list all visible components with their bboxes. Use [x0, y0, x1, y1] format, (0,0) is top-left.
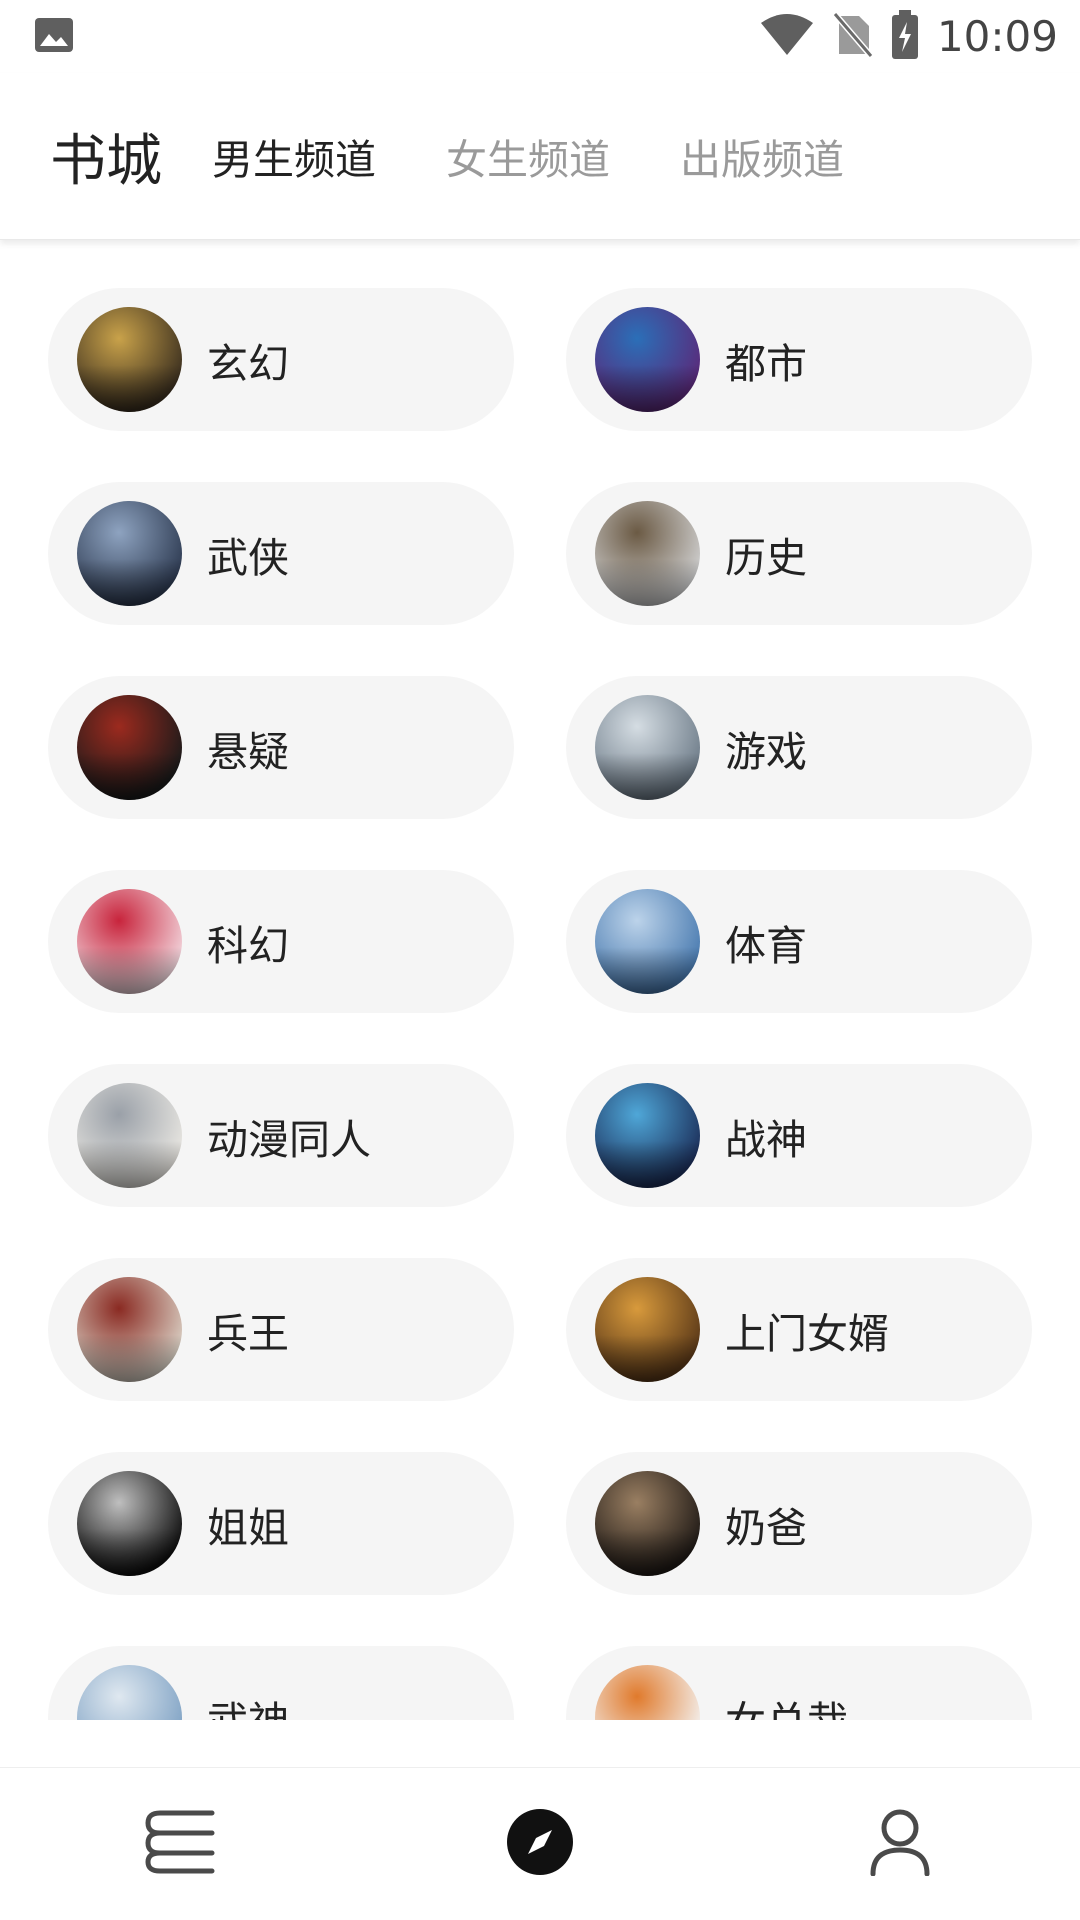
category-item[interactable]: 悬疑: [48, 676, 514, 819]
category-label: 战神: [725, 1115, 807, 1164]
category-item[interactable]: 游戏: [566, 676, 1032, 819]
category-item[interactable]: 武侠: [48, 482, 514, 625]
category-item[interactable]: 战神: [566, 1064, 1032, 1207]
screen: 10:09 书城 男生频道 女生频道 出版频道 玄幻 都市 武侠 历史 悬疑 游…: [0, 0, 1080, 1920]
book-cover-thumbnail: [77, 889, 182, 994]
category-item[interactable]: 科幻: [48, 870, 514, 1013]
book-cover-thumbnail: [595, 1277, 700, 1382]
book-cover-thumbnail: [595, 1665, 700, 1720]
wifi-icon: [759, 13, 815, 61]
clock: 10:09: [936, 12, 1058, 61]
book-cover-thumbnail: [595, 501, 700, 606]
book-cover-thumbnail: [77, 1277, 182, 1382]
category-label: 玄幻: [207, 339, 289, 388]
category-label: 奶爸: [725, 1503, 807, 1552]
category-label: 姐姐: [207, 1503, 289, 1552]
category-grid: 玄幻 都市 武侠 历史 悬疑 游戏 科幻 体育 动漫同人 战神 兵王 上门女婿 …: [48, 288, 1032, 1720]
category-label: 动漫同人: [207, 1115, 371, 1164]
category-label: 科幻: [207, 921, 289, 970]
nav-discover[interactable]: [450, 1768, 630, 1920]
image-icon: [34, 17, 74, 57]
category-label: 上门女婿: [725, 1309, 889, 1358]
category-label: 武侠: [207, 533, 289, 582]
category-label: 女总裁: [725, 1688, 848, 1721]
category-item[interactable]: 姐姐: [48, 1452, 514, 1595]
category-item[interactable]: 奶爸: [566, 1452, 1032, 1595]
no-sim-icon: [832, 11, 874, 62]
category-label: 悬疑: [207, 727, 289, 776]
nav-bookshelf[interactable]: [90, 1768, 270, 1920]
book-cover-thumbnail: [595, 889, 700, 994]
category-item[interactable]: 兵王: [48, 1258, 514, 1401]
bottom-navigation: [0, 1767, 1080, 1920]
category-label: 游戏: [725, 727, 807, 776]
profile-icon: [869, 1808, 931, 1880]
book-cover-thumbnail: [77, 1665, 182, 1720]
category-label: 体育: [725, 921, 807, 970]
category-label: 武神: [207, 1688, 289, 1721]
nav-profile[interactable]: [810, 1768, 990, 1920]
category-item[interactable]: 都市: [566, 288, 1032, 431]
page-title: 书城: [50, 128, 162, 194]
book-cover-thumbnail: [77, 307, 182, 412]
book-cover-thumbnail: [77, 501, 182, 606]
tab-female-channel[interactable]: 女生频道: [446, 126, 610, 186]
category-label: 历史: [725, 533, 807, 582]
book-cover-thumbnail: [77, 1471, 182, 1576]
category-item[interactable]: 玄幻: [48, 288, 514, 431]
category-item[interactable]: 动漫同人: [48, 1064, 514, 1207]
category-item[interactable]: 武神: [48, 1646, 514, 1720]
category-list[interactable]: 玄幻 都市 武侠 历史 悬疑 游戏 科幻 体育 动漫同人 战神 兵王 上门女婿 …: [0, 241, 1080, 1720]
battery-charging-icon: [891, 9, 919, 64]
book-cover-thumbnail: [595, 1471, 700, 1576]
book-cover-thumbnail: [595, 1083, 700, 1188]
book-cover-thumbnail: [77, 1083, 182, 1188]
book-cover-thumbnail: [77, 695, 182, 800]
category-item[interactable]: 体育: [566, 870, 1032, 1013]
header: 书城 男生频道 女生频道 出版频道: [0, 73, 1080, 240]
status-bar: 10:09: [0, 0, 1080, 73]
book-cover-thumbnail: [595, 307, 700, 412]
category-item[interactable]: 上门女婿: [566, 1258, 1032, 1401]
category-label: 都市: [725, 339, 807, 388]
discover-compass-icon: [506, 1808, 574, 1880]
category-item[interactable]: 历史: [566, 482, 1032, 625]
tab-publishing-channel[interactable]: 出版频道: [680, 126, 844, 186]
tab-male-channel[interactable]: 男生频道: [212, 126, 376, 186]
category-label: 兵王: [207, 1309, 289, 1358]
book-cover-thumbnail: [595, 695, 700, 800]
bookshelf-icon: [144, 1809, 216, 1879]
category-item[interactable]: 女总裁: [566, 1646, 1032, 1720]
